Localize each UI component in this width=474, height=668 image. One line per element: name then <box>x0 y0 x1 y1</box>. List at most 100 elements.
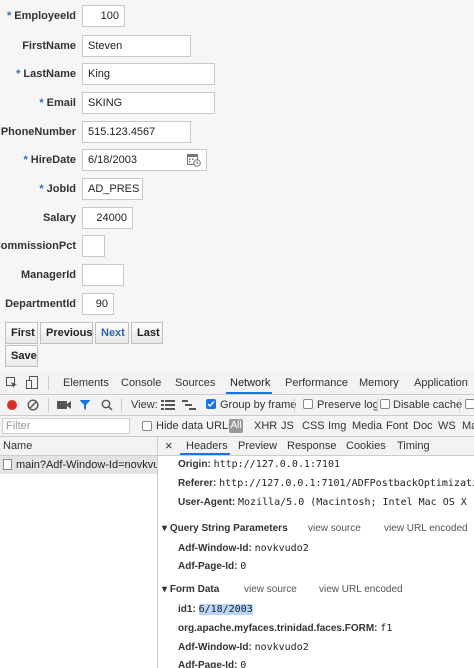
field-row-email: * Email SKING <box>0 92 474 116</box>
record-icon[interactable] <box>6 399 18 411</box>
query-view-url-encoded-link[interactable]: view URL encoded <box>384 523 468 534</box>
lastname-input[interactable]: King <box>82 63 215 85</box>
waterfall-icon[interactable] <box>182 400 196 410</box>
query-param-window-id: Adf-Window-Id: novkvudo2 <box>178 543 309 554</box>
first-button[interactable]: First <box>5 322 38 344</box>
request-name: main?Adf-Window-Id=novkvu... <box>16 459 157 471</box>
filter-ws[interactable]: WS <box>438 420 456 432</box>
filter-media[interactable]: Media <box>352 420 382 432</box>
departmentid-label: DepartmentId <box>5 298 76 310</box>
inspect-element-icon[interactable] <box>6 377 18 389</box>
offline-checkbox[interactable] <box>465 399 474 409</box>
firstname-label: FirstName <box>22 40 76 52</box>
header-origin: Origin: http://127.0.0.1:7101 <box>178 459 340 470</box>
salary-label: Salary <box>42 212 76 224</box>
previous-button[interactable]: Previous <box>40 322 93 344</box>
tab-application[interactable]: Application <box>414 377 468 389</box>
filter-js[interactable]: JS <box>281 420 294 432</box>
commissionpct-label: CommissionPct <box>0 240 76 252</box>
form-param-trinidad-form: org.apache.myfaces.trinidad.faces.FORM: … <box>178 623 393 634</box>
tab-performance[interactable]: Performance <box>285 377 348 389</box>
preserve-log-label: Preserve log <box>317 399 379 411</box>
tab-network[interactable]: Network <box>230 377 270 389</box>
name-column-header[interactable]: Name <box>0 437 157 456</box>
close-details-icon[interactable]: × <box>165 438 173 453</box>
form-param-page-id: Adf-Page-Id: 0 <box>178 660 247 668</box>
details-tab-response[interactable]: Response <box>287 440 337 452</box>
details-tab-preview[interactable]: Preview <box>238 440 277 452</box>
filter-img[interactable]: Img <box>328 420 346 432</box>
device-toolbar-icon[interactable] <box>26 376 39 389</box>
field-row-firstname: FirstName Steven <box>0 35 474 59</box>
phonenumber-input[interactable]: 515.123.4567 <box>82 121 191 143</box>
departmentid-input[interactable]: 90 <box>82 293 114 315</box>
filter-bar: Filter Hide data URLs All XHR JS CSS Img… <box>0 416 474 437</box>
group-by-frame-label: Group by frame <box>220 399 297 411</box>
details-tab-headers[interactable]: Headers <box>186 440 228 452</box>
employee-form: * EmployeeId 100 FirstName Steven * LastNa… <box>0 0 474 372</box>
firstname-input[interactable]: Steven <box>82 35 191 57</box>
next-button[interactable]: Next <box>95 322 129 344</box>
document-icon <box>3 459 12 470</box>
query-param-page-id: Adf-Page-Id: 0 <box>178 561 247 572</box>
devtools-tab-bar: Elements Console Sources Network Perform… <box>0 372 474 395</box>
search-icon[interactable] <box>101 399 113 411</box>
filter-all[interactable]: All <box>229 419 243 433</box>
form-param-id1: id1: 6/18/2003 <box>178 604 253 615</box>
calendar-icon[interactable] <box>187 153 201 167</box>
hide-data-urls-label: Hide data URLs <box>156 420 234 432</box>
disable-cache-label: Disable cache <box>393 399 463 411</box>
clear-icon[interactable] <box>27 399 39 411</box>
form-data-section-header[interactable]: ▾ Form Data <box>162 584 219 595</box>
tab-elements[interactable]: Elements <box>63 377 109 389</box>
check-icon <box>207 401 215 408</box>
tab-console[interactable]: Console <box>121 377 161 389</box>
form-view-source-link[interactable]: view source <box>244 584 297 595</box>
header-user-agent: User-Agent: Mozilla/5.0 (Macintosh; Inte… <box>178 497 474 508</box>
managerid-label: ManagerId <box>20 269 76 281</box>
filter-font[interactable]: Font <box>386 420 408 432</box>
details-tab-timing[interactable]: Timing <box>397 440 430 452</box>
hide-data-urls-checkbox[interactable] <box>142 421 152 431</box>
form-view-url-encoded-link[interactable]: view URL encoded <box>319 584 403 595</box>
filter-manifest[interactable]: Ma <box>462 420 474 432</box>
tab-sources[interactable]: Sources <box>175 377 215 389</box>
tab-memory[interactable]: Memory <box>359 377 399 389</box>
view-label: View: <box>131 399 158 411</box>
request-row[interactable]: main?Adf-Window-Id=novkvu... <box>0 456 157 474</box>
preserve-log-checkbox[interactable] <box>303 399 313 409</box>
query-view-source-link[interactable]: view source <box>308 523 361 534</box>
details-tab-bar: × Headers Preview Response Cookies Timin… <box>158 437 474 456</box>
save-button[interactable]: Save <box>5 345 38 367</box>
query-params-section-header[interactable]: ▾ Query String Parameters <box>162 523 288 534</box>
filter-icon[interactable] <box>79 399 91 411</box>
email-label: * Email <box>39 97 76 109</box>
managerid-input[interactable] <box>82 264 124 286</box>
hiredate-label: * HireDate <box>23 154 76 166</box>
phonenumber-label: PhoneNumber <box>0 126 76 138</box>
field-row-commissionpct: CommissionPct <box>0 235 474 259</box>
disable-cache-checkbox[interactable] <box>380 399 390 409</box>
employeeid-input[interactable]: 100 <box>82 5 125 27</box>
jobid-input[interactable]: AD_PRES <box>82 178 143 200</box>
group-by-frame-checkbox[interactable] <box>206 399 216 409</box>
field-row-employeeid: * EmployeeId 100 <box>0 5 474 29</box>
details-tab-cookies[interactable]: Cookies <box>346 440 386 452</box>
filter-css[interactable]: CSS <box>302 420 325 432</box>
field-row-salary: Salary 24000 <box>0 207 474 231</box>
field-row-phonenumber: PhoneNumber 515.123.4567 <box>0 121 474 145</box>
request-list: Name main?Adf-Window-Id=novkvu... <box>0 437 158 668</box>
filter-doc[interactable]: Doc <box>413 420 433 432</box>
email-input[interactable]: SKING <box>82 92 215 114</box>
commissionpct-input[interactable] <box>82 235 105 257</box>
header-referer: Referer: http://127.0.0.1:7101/ADFPostba… <box>178 478 474 489</box>
salary-input[interactable]: 24000 <box>82 207 133 229</box>
large-rows-icon[interactable] <box>161 400 175 410</box>
last-button[interactable]: Last <box>131 322 163 344</box>
devtools-panel: Elements Console Sources Network Perform… <box>0 372 474 668</box>
filter-xhr[interactable]: XHR <box>254 420 277 432</box>
field-row-jobid: * JobId AD_PRES <box>0 178 474 202</box>
filter-input[interactable]: Filter <box>2 418 130 434</box>
field-row-managerid: ManagerId <box>0 264 474 288</box>
screenshot-icon[interactable] <box>57 400 71 410</box>
